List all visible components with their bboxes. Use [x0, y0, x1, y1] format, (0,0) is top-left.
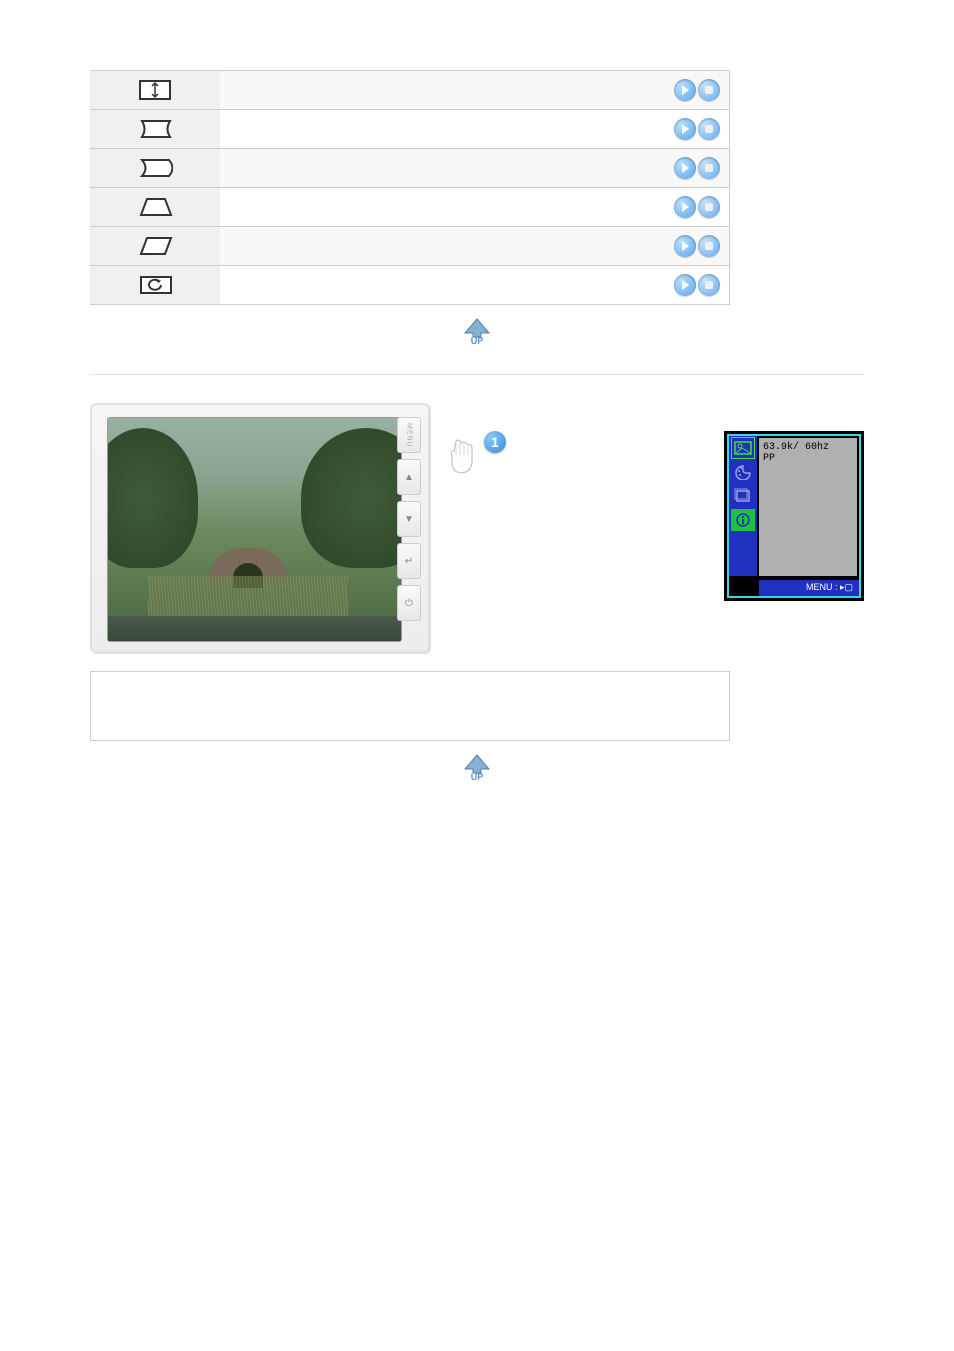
- desc-cell: [220, 71, 630, 110]
- stop-button[interactable]: [698, 235, 720, 257]
- action-cell: [630, 110, 730, 149]
- action-cell: [630, 266, 730, 305]
- description-box: [90, 671, 730, 741]
- osd-tab-list: [729, 436, 757, 576]
- stop-button[interactable]: [698, 274, 720, 296]
- desc-cell: [220, 266, 630, 305]
- play-button[interactable]: [674, 274, 696, 296]
- step-number-badge: 1: [484, 431, 506, 453]
- action-cell: [630, 188, 730, 227]
- table-row: [90, 149, 730, 188]
- icon-cell: [90, 266, 220, 305]
- play-button[interactable]: [674, 157, 696, 179]
- back-to-top-link[interactable]: UP: [90, 317, 864, 350]
- svg-text:UP: UP: [471, 336, 484, 346]
- osd-color-icon[interactable]: [731, 461, 755, 483]
- action-cell: [630, 149, 730, 188]
- play-button[interactable]: [674, 79, 696, 101]
- monitor-illustration-row: MENU ▲ ▼ ↵ ⏻ 1: [90, 403, 864, 653]
- play-button[interactable]: [674, 196, 696, 218]
- play-button[interactable]: [674, 118, 696, 140]
- osd-picture-icon[interactable]: [731, 437, 755, 459]
- svg-text:UP: UP: [471, 772, 484, 782]
- osd-info-icon[interactable]: [731, 509, 755, 531]
- desc-cell: [220, 110, 630, 149]
- icon-cell: [90, 71, 220, 110]
- landscape-image: [108, 418, 401, 641]
- desc-cell: [220, 227, 630, 266]
- icon-cell: [90, 110, 220, 149]
- desc-cell: [220, 188, 630, 227]
- icon-cell: [90, 227, 220, 266]
- icon-cell: [90, 149, 220, 188]
- geometry-reset-icon: [139, 275, 171, 293]
- up-arrow-icon: UP: [459, 317, 495, 347]
- osd-frequency-text: 63.9k/ 60hz: [763, 442, 853, 453]
- power-button[interactable]: ⏻: [397, 585, 421, 621]
- osd-menu-panel: 63.9k/ 60hz PP MENU : ▸▢: [724, 431, 864, 601]
- parallelogram-icon: [139, 236, 171, 254]
- enter-button[interactable]: ↵: [397, 543, 421, 579]
- monitor-illustration: MENU ▲ ▼ ↵ ⏻: [90, 403, 430, 653]
- stop-button[interactable]: [698, 79, 720, 101]
- pin-balance-icon: [139, 158, 171, 176]
- geometry-options-table: [90, 70, 730, 305]
- screen: [107, 417, 402, 642]
- osd-footer: MENU : ▸▢: [759, 580, 859, 596]
- pincushion-icon: [139, 119, 171, 137]
- desc-cell: [220, 149, 630, 188]
- osd-mode-text: PP: [763, 453, 853, 464]
- monitor-control-buttons: MENU ▲ ▼ ↵ ⏻: [397, 417, 423, 621]
- menu-button[interactable]: MENU: [397, 417, 421, 453]
- table-row: [90, 110, 730, 149]
- osd-main-area: 63.9k/ 60hz PP: [759, 438, 857, 576]
- v-size-icon: [139, 80, 171, 98]
- table-row: [90, 188, 730, 227]
- table-row: [90, 266, 730, 305]
- stop-button[interactable]: [698, 157, 720, 179]
- trapezoid-icon: [139, 197, 171, 215]
- stop-button[interactable]: [698, 118, 720, 140]
- action-cell: [630, 71, 730, 110]
- table-row: [90, 71, 730, 110]
- up-button[interactable]: ▲: [397, 459, 421, 495]
- play-button[interactable]: [674, 235, 696, 257]
- back-to-top-link[interactable]: UP: [90, 753, 864, 786]
- icon-cell: [90, 188, 220, 227]
- up-arrow-icon: UP: [459, 753, 495, 783]
- stop-button[interactable]: [698, 196, 720, 218]
- osd-geometry-icon[interactable]: [731, 485, 755, 507]
- action-cell: [630, 227, 730, 266]
- table-row: [90, 227, 730, 266]
- divider: [90, 374, 864, 375]
- down-button[interactable]: ▼: [397, 501, 421, 537]
